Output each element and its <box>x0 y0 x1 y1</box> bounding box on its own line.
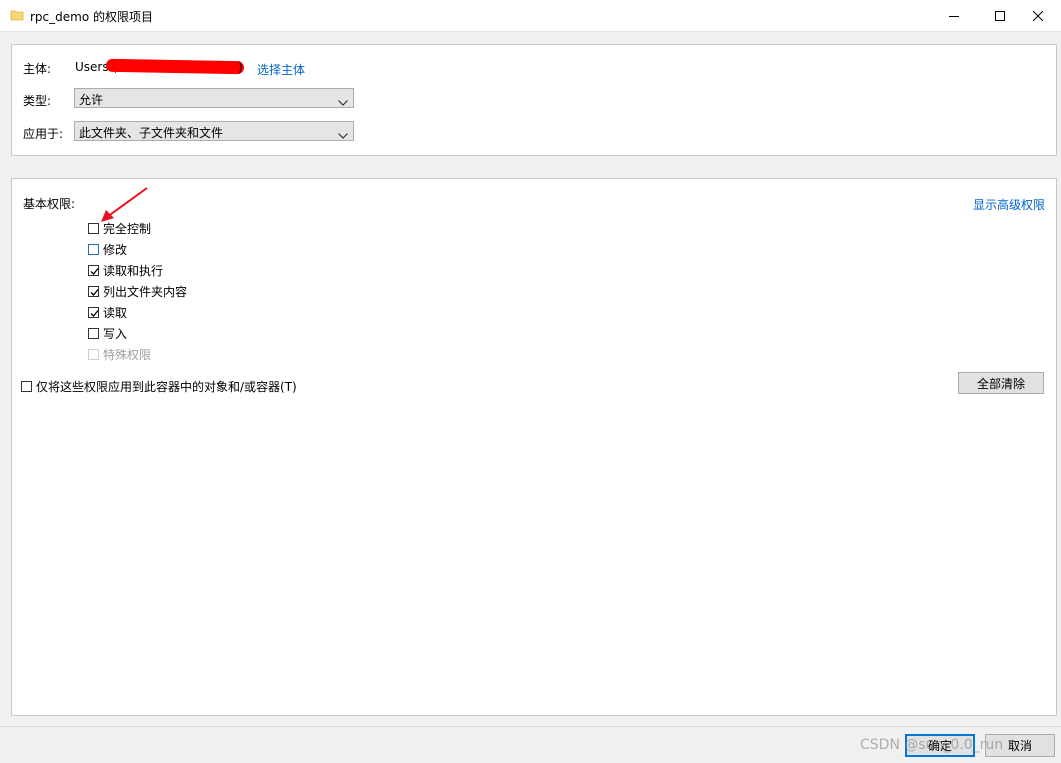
applies-to-select-value: 此文件夹、子文件夹和文件 <box>79 126 224 140</box>
checkbox[interactable] <box>88 327 99 339</box>
title-bar: rpc_demo 的权限项目 <box>0 0 1061 32</box>
permission-special: 特殊权限 <box>88 345 151 363</box>
checkmark-icon <box>90 309 99 317</box>
show-advanced-permissions-link[interactable]: 显示高级权限 <box>973 196 1045 213</box>
checkbox[interactable] <box>88 243 99 255</box>
window-title: rpc_demo 的权限项目 <box>30 10 153 24</box>
checkbox[interactable] <box>88 285 99 297</box>
permission-full-control[interactable]: 完全控制 <box>88 219 151 237</box>
permission-label: 读取 <box>103 305 128 320</box>
basic-permissions-heading: 基本权限: <box>23 197 76 211</box>
permission-write[interactable]: 写入 <box>88 324 127 342</box>
maximize-icon <box>995 10 1005 21</box>
checkbox <box>88 348 99 360</box>
checkbox[interactable] <box>21 380 32 392</box>
checkbox[interactable] <box>88 306 99 318</box>
apply-only-label: 仅将这些权限应用到此容器中的对象和/或容器(T) <box>36 379 297 394</box>
checkmark-icon <box>90 267 99 275</box>
permission-modify[interactable]: 修改 <box>88 240 127 258</box>
minimize-button[interactable] <box>931 0 977 31</box>
folder-icon <box>10 8 24 22</box>
close-icon <box>1033 10 1043 21</box>
type-label: 类型: <box>23 94 52 108</box>
permission-label: 特殊权限 <box>103 347 152 362</box>
permission-label: 修改 <box>103 242 128 257</box>
permission-read-execute[interactable]: 读取和执行 <box>88 261 163 279</box>
chevron-down-icon <box>338 95 348 109</box>
permission-read[interactable]: 读取 <box>88 303 127 321</box>
watermark-text: CSDN @sun_0.0_run <box>860 737 1004 753</box>
checkbox[interactable] <box>88 222 99 234</box>
checkmark-icon <box>90 288 99 296</box>
permission-label: 写入 <box>103 326 128 341</box>
type-select-value: 允许 <box>79 93 104 107</box>
minimize-icon <box>949 11 959 21</box>
principal-value-suffix: ) <box>238 60 243 74</box>
permission-label: 列出文件夹内容 <box>103 284 188 299</box>
type-select[interactable]: 允许 <box>74 88 354 108</box>
apply-only-to-container[interactable]: 仅将这些权限应用到此容器中的对象和/或容器(T) <box>21 377 297 395</box>
applies-to-select[interactable]: 此文件夹、子文件夹和文件 <box>74 121 354 141</box>
permissions-panel <box>11 178 1057 716</box>
close-button[interactable] <box>1015 0 1061 31</box>
chevron-down-icon <box>338 128 348 142</box>
applies-to-label: 应用于: <box>23 127 64 141</box>
principal-label: 主体: <box>23 62 52 76</box>
permission-list-folder[interactable]: 列出文件夹内容 <box>88 282 187 300</box>
permission-label: 完全控制 <box>103 221 152 236</box>
permission-label: 读取和执行 <box>103 263 164 278</box>
select-principal-link[interactable]: 选择主体 <box>257 61 305 78</box>
clear-all-button[interactable]: 全部清除 <box>958 372 1044 394</box>
redaction-mark <box>105 58 245 75</box>
checkbox[interactable] <box>88 264 99 276</box>
